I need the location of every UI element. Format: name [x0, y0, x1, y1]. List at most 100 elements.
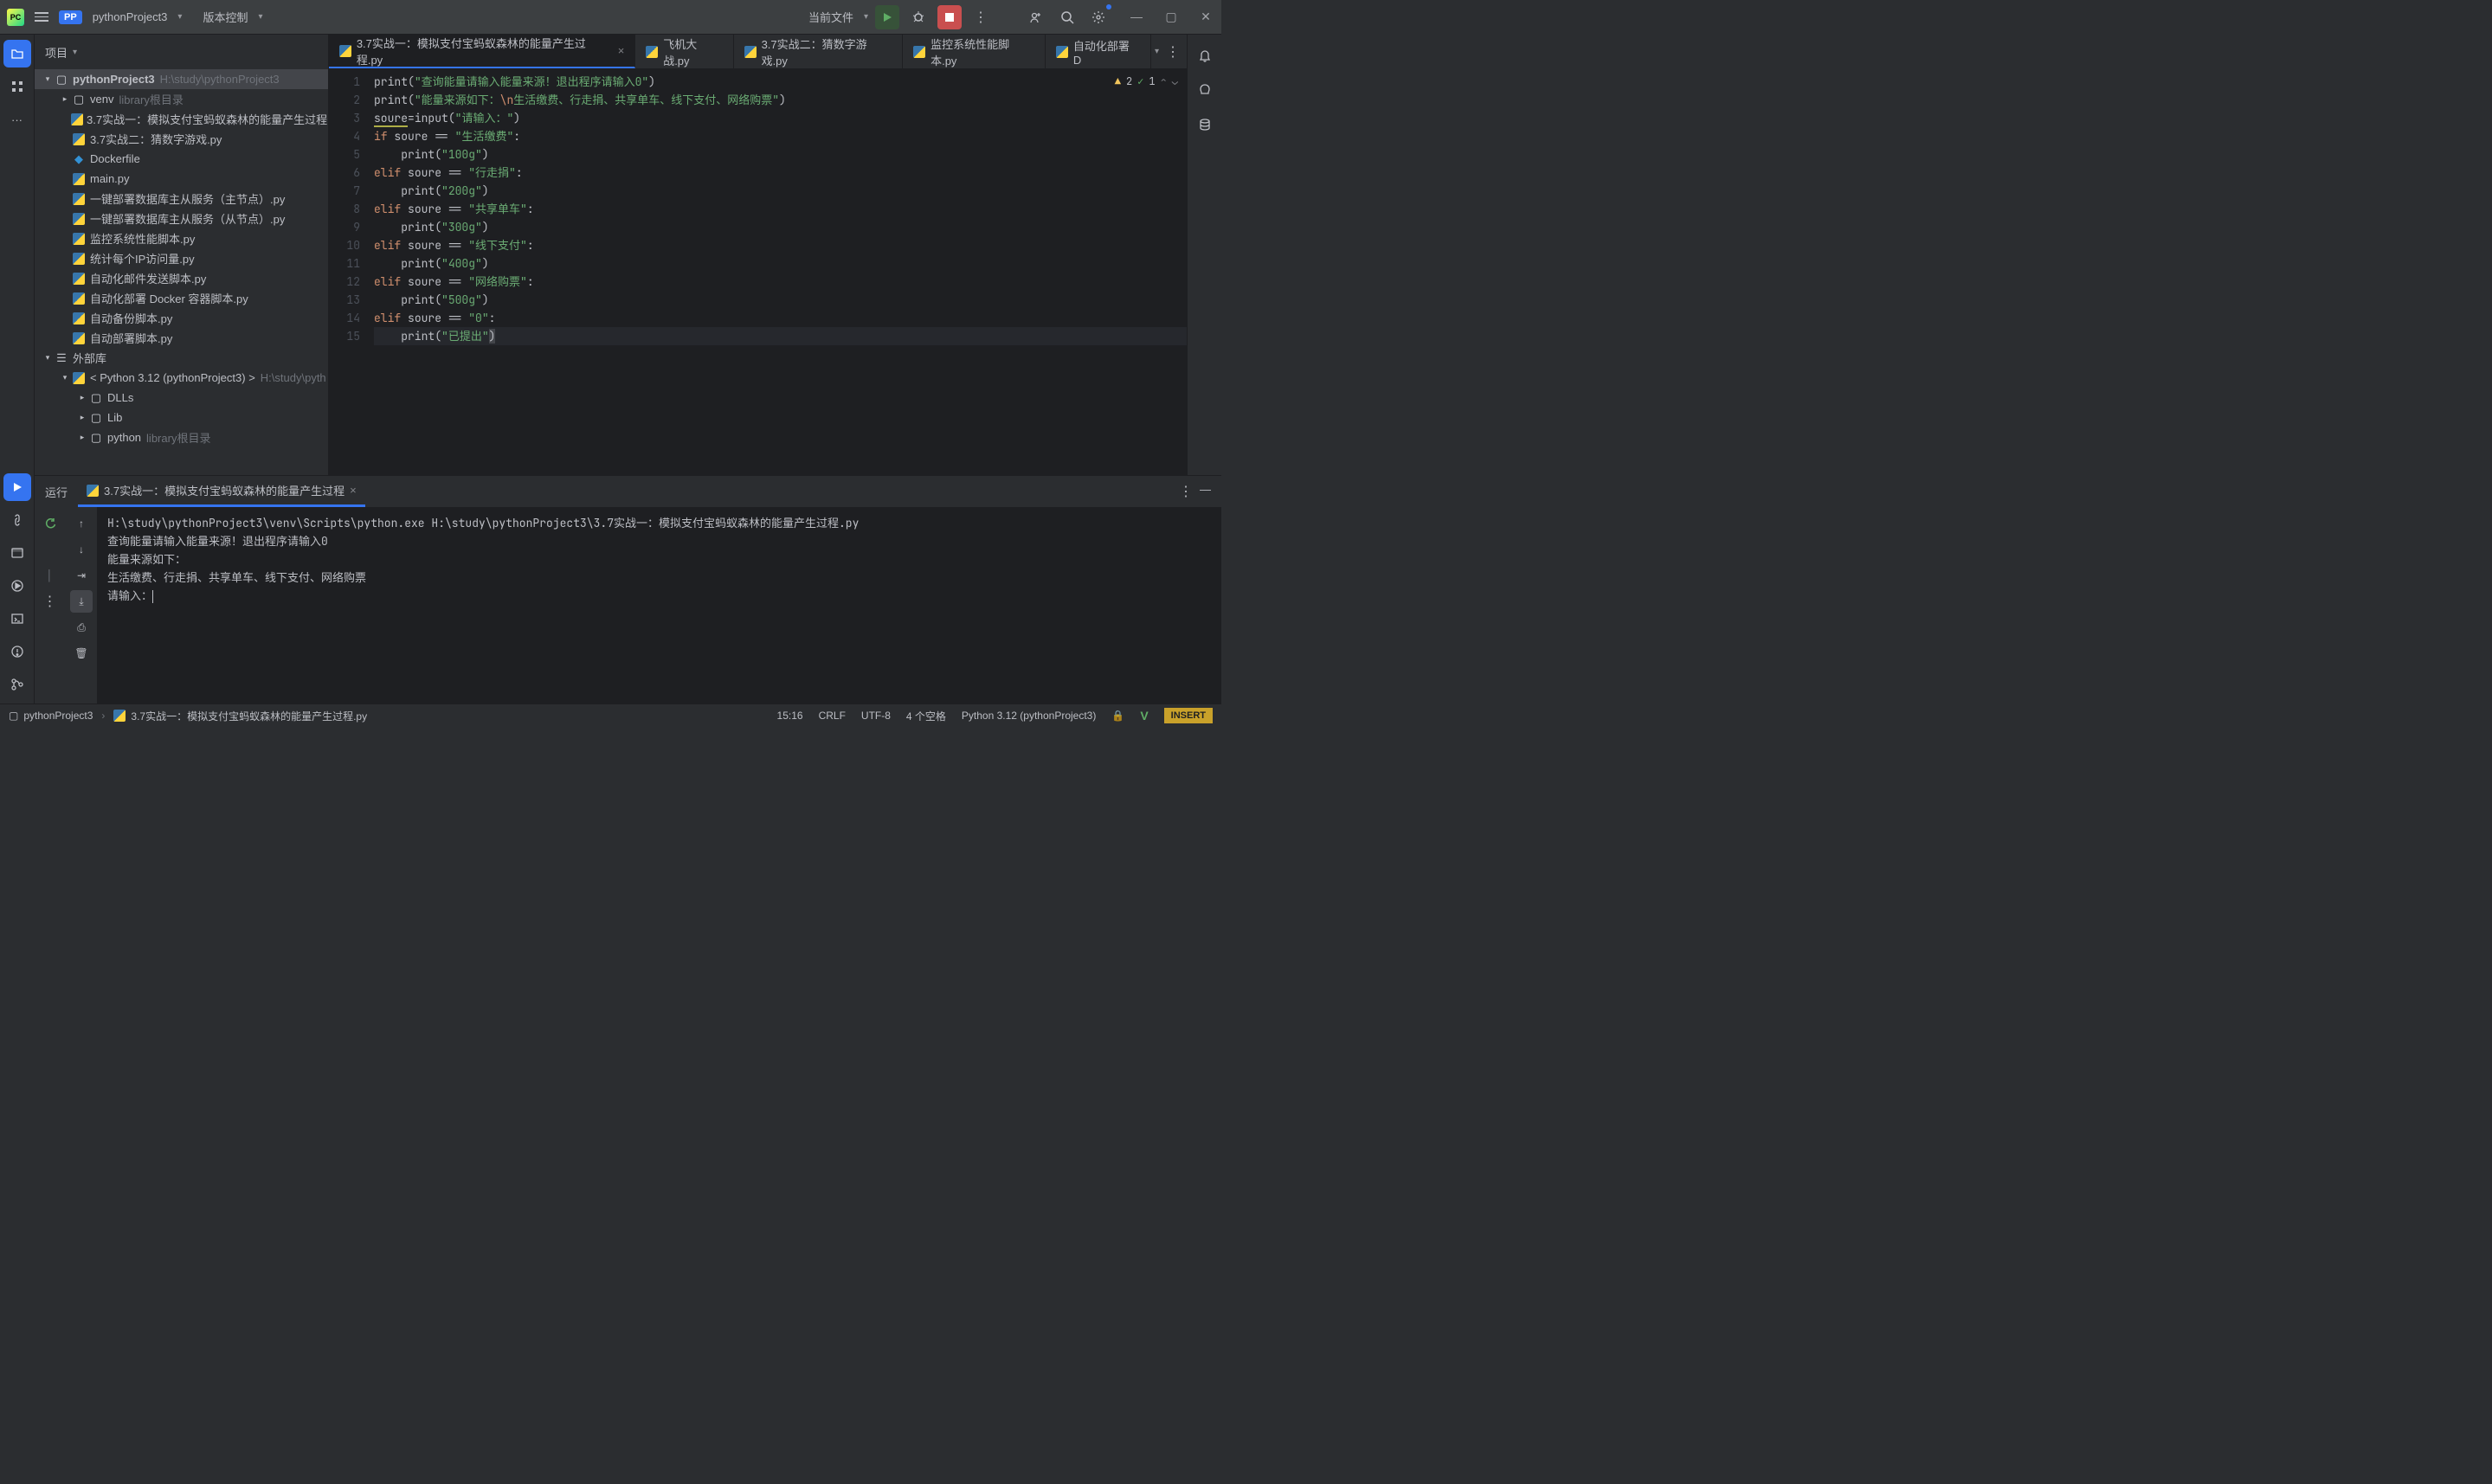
- project-panel: 项目 ▾ ▾ ▢ pythonProject3 H:\study\pythonP…: [35, 35, 329, 475]
- inspection-widget[interactable]: ▲2 ✓1 ⌃ ⌄: [1115, 73, 1178, 91]
- close-icon[interactable]: ×: [618, 44, 625, 57]
- tree-file[interactable]: 自动备份脚本.py: [35, 308, 328, 328]
- folder-icon: ▢: [88, 411, 104, 425]
- editor-tab[interactable]: 自动化部署 D: [1046, 35, 1151, 68]
- rerun-button[interactable]: [39, 512, 61, 535]
- python-icon: [71, 172, 87, 186]
- soft-wrap-button[interactable]: ⇥: [70, 564, 93, 587]
- scroll-to-end-button[interactable]: ⤓: [70, 590, 93, 613]
- tree-sdk[interactable]: ▾ < Python 3.12 (pythonProject3) > H:\st…: [35, 368, 328, 388]
- settings-button[interactable]: [1086, 5, 1111, 29]
- tab-label: 3.7实战二：猜数字游戏.py: [762, 35, 892, 68]
- tree-label: 外部库: [73, 350, 106, 366]
- tree-file[interactable]: 监控系统性能脚本.py: [35, 228, 328, 248]
- run-more-actions[interactable]: [39, 590, 61, 613]
- close-window-button[interactable]: ✕: [1197, 10, 1214, 24]
- tree-file[interactable]: main.py: [35, 169, 328, 189]
- expand-icon[interactable]: ▸: [76, 413, 88, 422]
- editor-tab[interactable]: 3.7实战一：模拟支付宝蚂蚁森林的能量产生过程.py×: [329, 35, 635, 68]
- code-lines[interactable]: ▲2 ✓1 ⌃ ⌄ print("查询能量请输入能量来源！退出程序请输入0") …: [370, 69, 1187, 475]
- vim-indicator[interactable]: V: [1140, 709, 1148, 723]
- editor-tab[interactable]: 3.7实战二：猜数字游戏.py: [734, 35, 904, 68]
- maximize-button[interactable]: ▢: [1162, 10, 1180, 24]
- run-button[interactable]: [875, 5, 899, 29]
- down-button[interactable]: ↓: [70, 538, 93, 561]
- tabs-dropdown-button[interactable]: ▾: [1155, 47, 1159, 56]
- problems-button[interactable]: [3, 638, 31, 665]
- indent-setting[interactable]: 4 个空格: [906, 709, 946, 723]
- debug-button[interactable]: [906, 5, 930, 29]
- crumb-project[interactable]: pythonProject3: [23, 710, 93, 722]
- notifications-button[interactable]: [1191, 42, 1219, 69]
- crumb-file[interactable]: 3.7实战一：模拟支付宝蚂蚁森林的能量产生过程.py: [131, 709, 367, 723]
- project-name[interactable]: pythonProject3: [93, 10, 168, 23]
- print-button[interactable]: ⎙: [70, 616, 93, 639]
- expand-icon[interactable]: ▾: [42, 74, 54, 84]
- tree-file[interactable]: ◆Dockerfile: [35, 149, 328, 169]
- tabs-more-button[interactable]: [1166, 43, 1180, 61]
- tree-folder[interactable]: ▸▢Lib: [35, 408, 328, 427]
- chevron-right-icon: ›: [101, 710, 105, 722]
- editor-tab[interactable]: 飞机大战.py: [635, 35, 733, 68]
- editor-tab[interactable]: 监控系统性能脚本.py: [903, 35, 1046, 68]
- tree-file[interactable]: 自动部署脚本.py: [35, 328, 328, 348]
- console-output[interactable]: H:\study\pythonProject3\venv\Scripts\pyt…: [97, 507, 1221, 703]
- python-packages-button[interactable]: [3, 506, 31, 534]
- structure-tool-button[interactable]: [3, 73, 31, 100]
- clear-button[interactable]: 🗑: [70, 642, 93, 665]
- expand-icon[interactable]: ▸: [76, 393, 88, 402]
- stop-button[interactable]: [937, 5, 962, 29]
- search-button[interactable]: [1055, 5, 1079, 29]
- breadcrumb[interactable]: ▢ pythonProject3 › 3.7实战一：模拟支付宝蚂蚁森林的能量产生…: [9, 709, 367, 723]
- run-tool-button[interactable]: [3, 473, 31, 501]
- tree-label: 一键部署数据库主从服务（从节点）.py: [90, 210, 285, 227]
- encoding[interactable]: UTF-8: [861, 710, 891, 722]
- code-editor[interactable]: 123456789101112131415 ▲2 ✓1 ⌃ ⌄ print("查…: [329, 69, 1187, 475]
- more-tools-button[interactable]: ···: [3, 106, 31, 133]
- tree-file[interactable]: 自动化部署 Docker 容器脚本.py: [35, 288, 328, 308]
- tree-file[interactable]: 3.7实战一：模拟支付宝蚂蚁森林的能量产生过程.py: [35, 109, 328, 129]
- tree-file[interactable]: 一键部署数据库主从服务（从节点）.py: [35, 209, 328, 228]
- vcs-label[interactable]: 版本控制: [203, 9, 248, 25]
- project-tree[interactable]: ▾ ▢ pythonProject3 H:\study\pythonProjec…: [35, 69, 328, 475]
- tree-folder[interactable]: ▸▢DLLs: [35, 388, 328, 408]
- ai-assistant-button[interactable]: [1191, 76, 1219, 104]
- project-panel-header[interactable]: 项目 ▾: [35, 35, 328, 69]
- services-button[interactable]: [3, 572, 31, 600]
- main-menu-button[interactable]: [31, 7, 52, 28]
- expand-icon[interactable]: ▸: [76, 433, 88, 442]
- run-more-button[interactable]: [1179, 483, 1193, 500]
- folder-icon: ▢: [88, 391, 104, 405]
- tree-ext-lib[interactable]: ▾ ☰ 外部库: [35, 348, 328, 368]
- line-ending[interactable]: CRLF: [819, 710, 846, 722]
- database-button[interactable]: [1191, 111, 1219, 138]
- tree-file[interactable]: 统计每个IP访问量.py: [35, 248, 328, 268]
- close-icon[interactable]: ×: [350, 484, 357, 497]
- tree-file[interactable]: 自动化邮件发送脚本.py: [35, 268, 328, 288]
- terminal-button[interactable]: [3, 605, 31, 633]
- up-button[interactable]: ↑: [70, 512, 93, 535]
- project-tool-button[interactable]: [3, 40, 31, 67]
- vcs-button[interactable]: [3, 671, 31, 698]
- minimize-button[interactable]: —: [1128, 10, 1145, 24]
- interpreter[interactable]: Python 3.12 (pythonProject3): [962, 710, 1096, 722]
- stop-process-button[interactable]: [39, 538, 61, 561]
- python-console-button[interactable]: [3, 539, 31, 567]
- expand-icon[interactable]: ▸: [59, 94, 71, 104]
- run-config-label[interactable]: 当前文件: [808, 9, 853, 25]
- cursor-position[interactable]: 15:16: [777, 710, 803, 722]
- tree-root[interactable]: ▾ ▢ pythonProject3 H:\study\pythonProjec…: [35, 69, 328, 89]
- folder-icon: ▢: [88, 431, 104, 445]
- expand-icon[interactable]: ▾: [59, 373, 71, 382]
- tree-file[interactable]: 一键部署数据库主从服务（主节点）.py: [35, 189, 328, 209]
- lock-icon[interactable]: 🔒: [1111, 710, 1124, 722]
- expand-icon[interactable]: ▾: [42, 353, 54, 363]
- more-actions-button[interactable]: [969, 5, 993, 29]
- tree-python-dir[interactable]: ▸ ▢ python library根目录: [35, 427, 328, 447]
- chevron-icon: ⌄: [1172, 73, 1178, 91]
- run-tab[interactable]: 3.7实战一：模拟支付宝蚂蚁森林的能量产生过程 ×: [78, 476, 365, 507]
- tree-venv[interactable]: ▸ ▢ venv library根目录: [35, 89, 328, 109]
- tree-file[interactable]: 3.7实战二：猜数字游戏.py: [35, 129, 328, 149]
- hide-panel-button[interactable]: —: [1200, 483, 1211, 500]
- code-with-me-button[interactable]: [1024, 5, 1048, 29]
